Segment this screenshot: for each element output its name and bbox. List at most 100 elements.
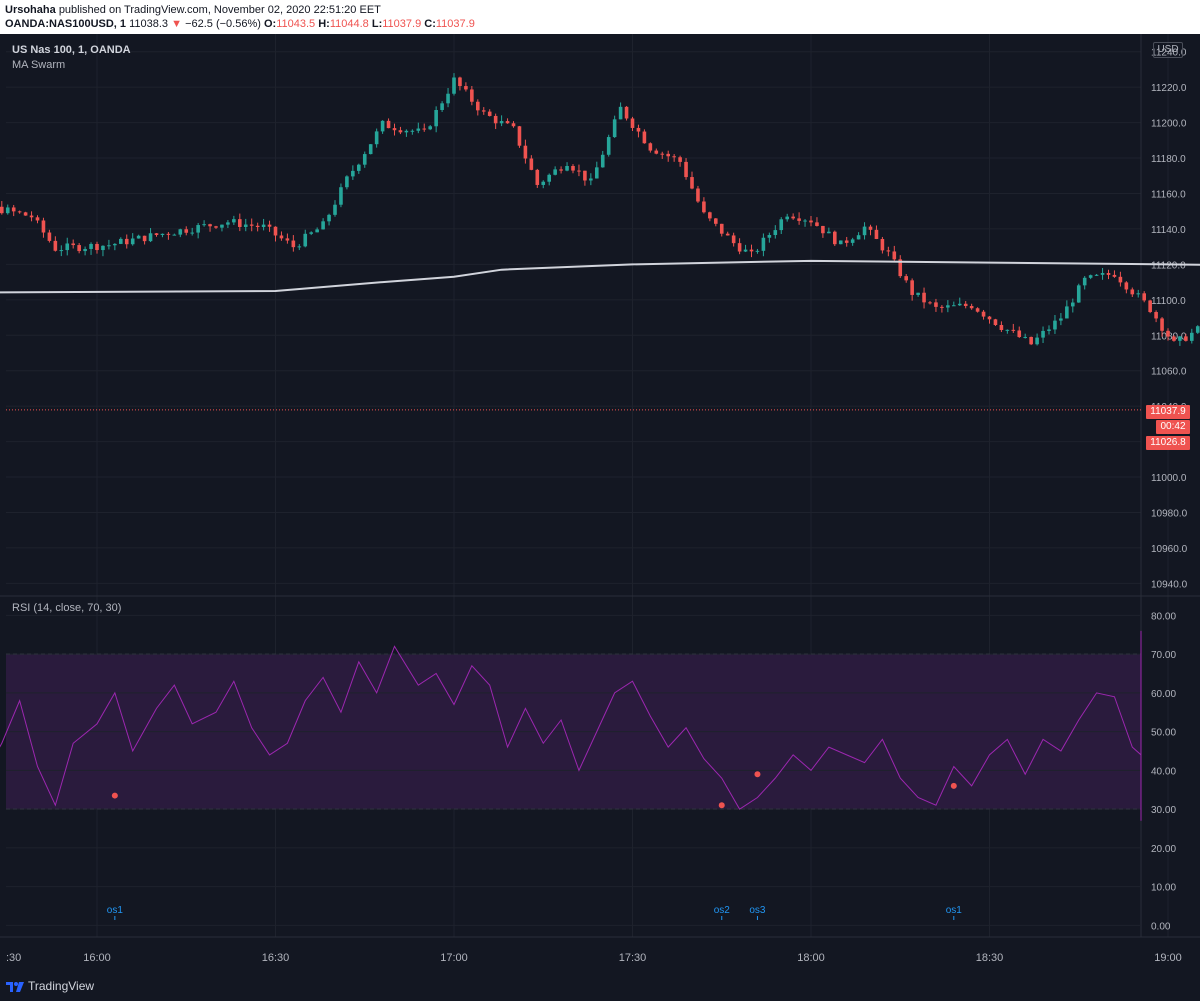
- tradingview-brand[interactable]: TradingView: [28, 979, 94, 993]
- rsi-axis-tick: 30.00: [1151, 805, 1176, 816]
- candle-body: [5, 207, 10, 214]
- candle-body: [190, 232, 194, 234]
- price-change: −62.5 (−0.56%): [185, 18, 261, 30]
- currency-button[interactable]: USD: [1153, 42, 1183, 58]
- candle-body: [297, 246, 302, 248]
- rsi-signal-point: [754, 771, 761, 778]
- candle-body: [130, 238, 135, 245]
- author-name[interactable]: Ursohaha: [5, 4, 56, 16]
- candle-body: [351, 170, 355, 177]
- rsi-signal-point: [718, 802, 725, 809]
- time-axis-tick: 16:30: [262, 952, 290, 964]
- open-value: 11043.5: [276, 18, 316, 30]
- ma-swarm-line: [0, 259, 1200, 294]
- candle-body: [446, 93, 450, 104]
- candle-body: [410, 130, 415, 132]
- chart-canvas[interactable]: 11240.011220.011200.011180.011160.011140…: [0, 34, 1200, 971]
- rsi-axis-tick: 80.00: [1151, 611, 1176, 622]
- candle-body: [184, 229, 189, 233]
- candle-body: [499, 121, 504, 124]
- candle-body: [660, 153, 665, 155]
- candle-body: [928, 302, 932, 304]
- candle-body: [452, 77, 456, 94]
- candle-body: [160, 233, 165, 236]
- candle-body: [35, 217, 40, 221]
- candle-body: [1076, 285, 1081, 303]
- candle-body: [89, 243, 93, 249]
- price-pane-title[interactable]: US Nas 100, 1, OANDA: [12, 44, 131, 56]
- candle-body: [642, 131, 647, 144]
- candle-body: [767, 235, 772, 238]
- time-axis-tick: :30: [6, 952, 21, 964]
- candle-body: [65, 243, 70, 251]
- candle-body: [803, 220, 807, 222]
- candle-body: [476, 101, 480, 111]
- candle-body: [1130, 289, 1135, 295]
- candle-body: [862, 226, 867, 236]
- price-axis-tick: 11200.0: [1151, 119, 1187, 130]
- close-label: C:: [424, 18, 436, 30]
- candle-body: [1017, 330, 1022, 338]
- candle-body: [422, 128, 427, 130]
- candle-body: [559, 169, 563, 171]
- candle-body: [172, 234, 177, 236]
- price-axis-tick: 11100.0: [1151, 296, 1186, 307]
- candle-body: [868, 226, 873, 230]
- candle-body: [101, 245, 105, 251]
- ma-swarm-label[interactable]: MA Swarm: [12, 59, 65, 71]
- candle-body: [922, 292, 926, 303]
- candle-body: [1029, 336, 1033, 345]
- candle-body: [690, 177, 694, 189]
- candle-body: [345, 176, 349, 188]
- candle-body: [214, 226, 218, 228]
- candle-body: [273, 226, 278, 236]
- rsi-axis-tick: 40.00: [1151, 766, 1176, 777]
- candle-body: [226, 222, 230, 225]
- time-axis-tick: 17:00: [440, 952, 468, 964]
- candle-body: [113, 243, 117, 246]
- candle-body: [886, 250, 891, 252]
- candle-body: [1053, 320, 1057, 330]
- candle-body: [595, 167, 599, 179]
- candle-body: [1065, 306, 1069, 319]
- time-axis-tick: 16:00: [83, 952, 111, 964]
- candle-body: [565, 165, 569, 171]
- candle-body: [458, 77, 462, 87]
- chart-area[interactable]: 11240.0 11220.0 11200.0 11180.0 11160.0 11140…: [0, 34, 1200, 971]
- candle-body: [309, 232, 313, 234]
- candle-body: [232, 219, 236, 223]
- candle-body: [440, 103, 444, 110]
- candle-body: [904, 276, 908, 281]
- candle-body: [535, 169, 540, 185]
- candle-body: [154, 233, 159, 236]
- candle-body: [202, 224, 206, 226]
- candle-body: [844, 240, 849, 243]
- candle-body: [684, 161, 688, 178]
- candle-body: [719, 223, 724, 234]
- candle-body: [374, 131, 379, 145]
- candle-body: [148, 233, 153, 242]
- candle-body: [505, 121, 510, 124]
- candle-body: [1023, 336, 1027, 338]
- candle-body: [416, 128, 421, 131]
- candle-body: [821, 225, 825, 234]
- candle-body: [1166, 330, 1170, 337]
- candle-body: [1124, 282, 1129, 290]
- candle-body: [838, 240, 843, 245]
- candle-body: [0, 206, 4, 214]
- candle-body: [791, 216, 795, 219]
- candle-body: [77, 245, 81, 252]
- low-label: L:: [371, 18, 383, 30]
- candle-body: [208, 224, 212, 227]
- candle-body: [380, 120, 385, 132]
- signal-label: os3: [749, 905, 766, 916]
- candle-body: [678, 157, 682, 162]
- candle-body: [1100, 273, 1105, 275]
- candle-body: [321, 221, 325, 230]
- candle-body: [797, 218, 801, 221]
- candle-body: [1136, 293, 1141, 295]
- candle-body: [993, 319, 998, 326]
- candle-body: [1178, 336, 1182, 341]
- candle-body: [1005, 329, 1010, 331]
- rsi-pane-title[interactable]: RSI (14, close, 70, 30): [12, 602, 121, 614]
